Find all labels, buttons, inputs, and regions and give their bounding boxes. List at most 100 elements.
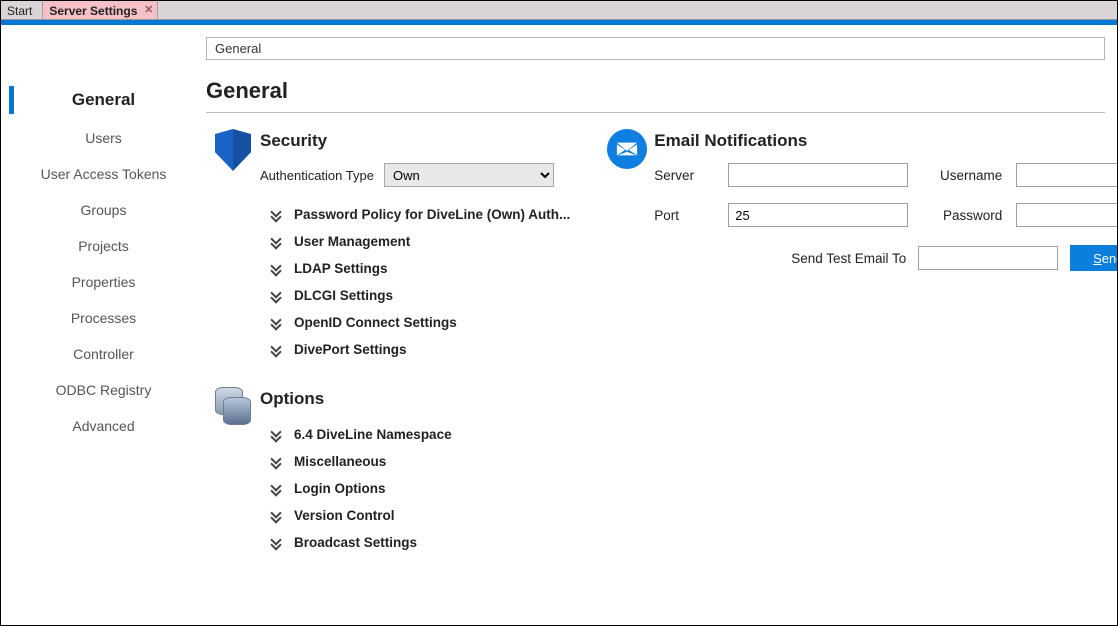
expander-label: Miscellaneous [294, 454, 386, 469]
server-input[interactable] [728, 163, 908, 187]
sidenav-label: Processes [71, 310, 136, 326]
send-test-row: Send Test Email To Send [654, 245, 1117, 271]
icon-holder [206, 127, 260, 171]
shield-icon [215, 129, 251, 171]
username-label: Username [922, 168, 1002, 183]
expander-dlcgi-settings[interactable]: DLCGI Settings [260, 282, 570, 309]
sidenav-item-properties[interactable]: Properties [1, 264, 206, 300]
auth-select[interactable]: Own [384, 163, 554, 187]
expander-namespace[interactable]: 6.4 DiveLine Namespace [260, 421, 570, 448]
sidenav-item-projects[interactable]: Projects [1, 228, 206, 264]
password-input[interactable] [1016, 203, 1117, 227]
sidenav: General Users User Access Tokens Groups … [1, 25, 206, 625]
tab-bar: Start Server Settings ✕ [1, 1, 1117, 20]
sidenav-item-general[interactable]: General [1, 80, 206, 120]
tab-server-settings[interactable]: Server Settings ✕ [43, 1, 158, 19]
chevron-down-icon [270, 262, 282, 276]
main-panel: General General Security [206, 25, 1117, 625]
chevron-down-icon [270, 343, 282, 357]
chevron-down-icon [270, 208, 282, 222]
mail-icon [607, 129, 647, 169]
column-left: Security Authentication Type Own P [206, 127, 570, 578]
sidenav-item-odbc-registry[interactable]: ODBC Registry [1, 372, 206, 408]
expander-diveport-settings[interactable]: DivePort Settings [260, 336, 570, 363]
send-button-mnemonic: S [1093, 251, 1102, 266]
expander-label: User Management [294, 234, 410, 249]
section-body: Email Notifications Server Username Port… [654, 127, 1117, 271]
database-icon [213, 387, 253, 427]
chevron-down-icon [270, 428, 282, 442]
send-button-rest: end [1102, 251, 1117, 266]
chevron-down-icon [270, 289, 282, 303]
tab-start[interactable]: Start [1, 1, 43, 19]
tab-label: Start [7, 4, 32, 18]
expander-openid-connect[interactable]: OpenID Connect Settings [260, 309, 570, 336]
sidenav-item-users[interactable]: Users [1, 120, 206, 156]
title-rule [206, 112, 1105, 113]
sidenav-item-advanced[interactable]: Advanced [1, 408, 206, 444]
chevron-down-icon [270, 536, 282, 550]
send-button[interactable]: Send [1070, 245, 1117, 271]
expander-password-policy[interactable]: Password Policy for DiveLine (Own) Auth.… [260, 201, 570, 228]
sidenav-label: Users [85, 130, 122, 146]
auth-row: Authentication Type Own [260, 163, 570, 187]
expander-label: Login Options [294, 481, 385, 496]
column-right: Email Notifications Server Username Port… [600, 127, 1117, 293]
password-label: Password [922, 208, 1002, 223]
chevron-down-icon [270, 455, 282, 469]
expander-label: OpenID Connect Settings [294, 315, 457, 330]
chevron-down-icon [270, 235, 282, 249]
email-form: Server Username Port Password [654, 163, 1117, 227]
username-input[interactable] [1016, 163, 1117, 187]
section-title: Security [260, 131, 570, 151]
expander-label: Password Policy for DiveLine (Own) Auth.… [294, 207, 570, 222]
section-title: Email Notifications [654, 131, 1117, 151]
send-test-input[interactable] [918, 246, 1058, 270]
expander-label: Version Control [294, 508, 395, 523]
auth-label: Authentication Type [260, 168, 374, 183]
expander-login-options[interactable]: Login Options [260, 475, 570, 502]
section-options: Options 6.4 DiveLine Namespace Miscellan… [206, 385, 570, 556]
sidenav-label: Advanced [72, 418, 134, 434]
port-label: Port [654, 208, 714, 223]
send-test-label: Send Test Email To [791, 251, 906, 266]
expander-label: DivePort Settings [294, 342, 407, 357]
section-email: Email Notifications Server Username Port… [600, 127, 1117, 271]
sidenav-label: ODBC Registry [56, 382, 152, 398]
sidenav-label: Projects [78, 238, 129, 254]
columns: Security Authentication Type Own P [206, 127, 1105, 578]
port-input[interactable] [728, 203, 908, 227]
expander-broadcast-settings[interactable]: Broadcast Settings [260, 529, 570, 556]
expander-version-control[interactable]: Version Control [260, 502, 570, 529]
sidenav-label: Properties [72, 274, 136, 290]
expander-user-management[interactable]: User Management [260, 228, 570, 255]
section-security: Security Authentication Type Own P [206, 127, 570, 363]
breadcrumb[interactable]: General [206, 37, 1105, 60]
page-title: General [206, 78, 1105, 104]
icon-holder [206, 385, 260, 427]
sidenav-item-controller[interactable]: Controller [1, 336, 206, 372]
close-icon[interactable]: ✕ [144, 3, 153, 16]
expander-label: Broadcast Settings [294, 535, 417, 550]
section-title: Options [260, 389, 570, 409]
icon-holder [600, 127, 654, 169]
content-wrap: General Users User Access Tokens Groups … [1, 20, 1117, 625]
expander-label: 6.4 DiveLine Namespace [294, 427, 452, 442]
section-body: Options 6.4 DiveLine Namespace Miscellan… [260, 385, 570, 556]
sidenav-item-user-access-tokens[interactable]: User Access Tokens [1, 156, 206, 192]
chevron-down-icon [270, 316, 282, 330]
tab-label: Server Settings [49, 4, 137, 18]
app-window: Start Server Settings ✕ General Users Us… [0, 0, 1118, 626]
sidenav-item-processes[interactable]: Processes [1, 300, 206, 336]
breadcrumb-text: General [215, 41, 261, 56]
expander-ldap-settings[interactable]: LDAP Settings [260, 255, 570, 282]
chevron-down-icon [270, 509, 282, 523]
expander-label: LDAP Settings [294, 261, 388, 276]
sidenav-item-groups[interactable]: Groups [1, 192, 206, 228]
server-label: Server [654, 168, 714, 183]
expander-miscellaneous[interactable]: Miscellaneous [260, 448, 570, 475]
section-body: Security Authentication Type Own P [260, 127, 570, 363]
expander-label: DLCGI Settings [294, 288, 393, 303]
content-inner: General Users User Access Tokens Groups … [1, 25, 1117, 625]
sidenav-label: General [72, 90, 135, 109]
